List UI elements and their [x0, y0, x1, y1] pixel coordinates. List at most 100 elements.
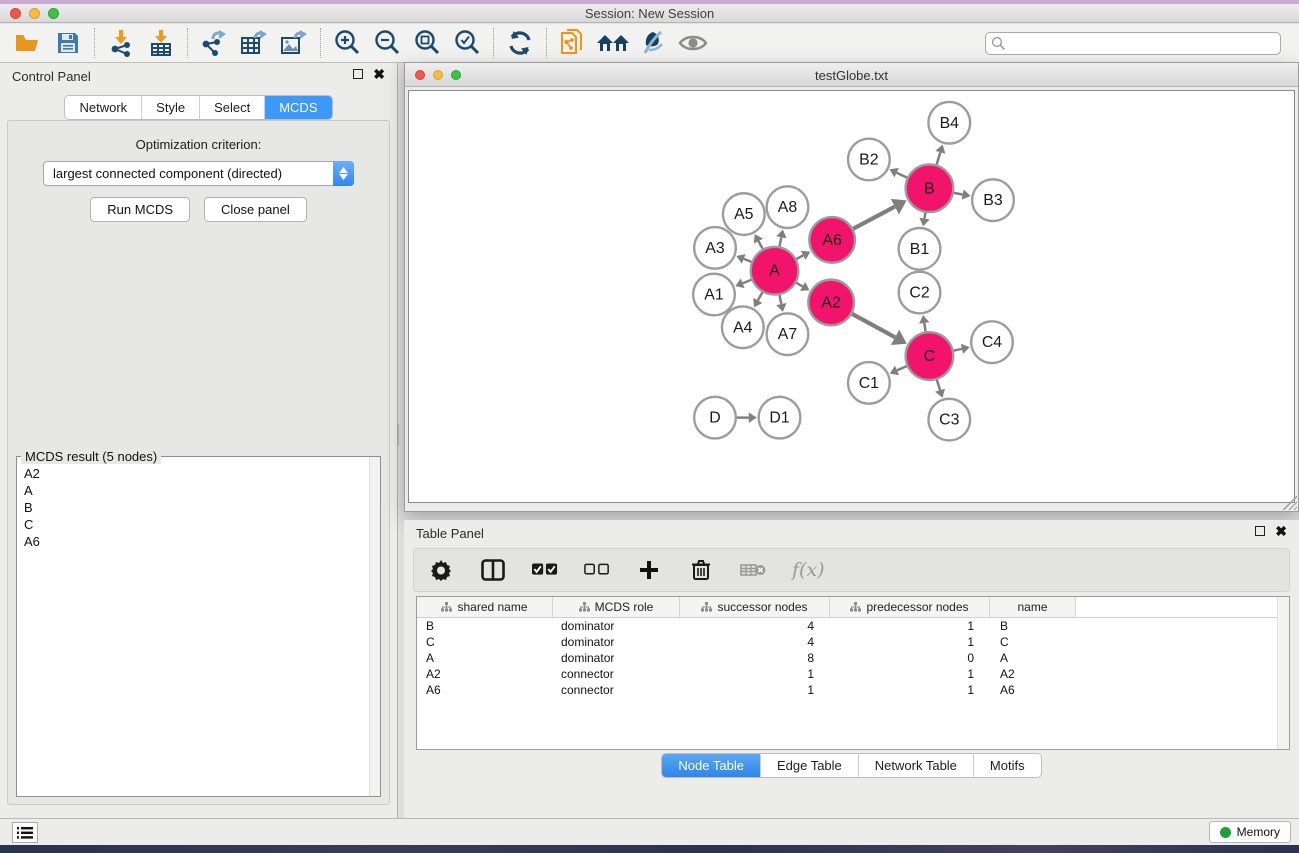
- graph-node-A2[interactable]: A2: [808, 280, 854, 326]
- zoom-out-icon[interactable]: [367, 26, 407, 60]
- new-network-from-file-icon[interactable]: [553, 26, 593, 60]
- criterion-dropdown[interactable]: largest connected component (directed): [43, 161, 354, 186]
- table-cell[interactable]: 1: [830, 635, 990, 649]
- search-input[interactable]: [985, 32, 1281, 55]
- graph-edge-C-C3[interactable]: [937, 380, 940, 390]
- import-table-icon[interactable]: [141, 26, 181, 60]
- tab-network-table[interactable]: Network Table: [859, 754, 974, 777]
- graph-node-B[interactable]: B: [906, 164, 954, 212]
- table-cell[interactable]: connector: [553, 667, 680, 681]
- mcds-result-item[interactable]: B: [18, 499, 368, 516]
- table-cell[interactable]: A6: [990, 683, 1076, 697]
- graph-node-B4[interactable]: B4: [928, 102, 970, 144]
- export-image-icon[interactable]: [274, 26, 314, 60]
- graph-edge-B-B3[interactable]: [954, 193, 963, 195]
- float-panel-icon[interactable]: [353, 69, 363, 79]
- graph-edge-A-A6[interactable]: [796, 255, 803, 259]
- table-cell[interactable]: 1: [680, 667, 830, 681]
- table-cell[interactable]: 1: [830, 683, 990, 697]
- table-settings-gear-icon[interactable]: [428, 557, 454, 583]
- tab-motifs[interactable]: Motifs: [974, 754, 1041, 777]
- tab-style[interactable]: Style: [142, 96, 200, 119]
- graph-node-A8[interactable]: A8: [767, 186, 809, 228]
- graph-edge-A-A4[interactable]: [758, 292, 763, 300]
- table-cell[interactable]: B: [990, 619, 1076, 633]
- table-cell[interactable]: A6: [417, 683, 553, 697]
- graph-edge-B-B2[interactable]: [897, 173, 907, 178]
- hide-graphics-details-icon[interactable]: [633, 26, 673, 60]
- graph-node-C[interactable]: C: [906, 332, 954, 380]
- graph-node-A6[interactable]: A6: [809, 217, 855, 263]
- save-session-icon[interactable]: [48, 26, 88, 60]
- table-cell[interactable]: 8: [680, 651, 830, 665]
- mcds-result-item[interactable]: C: [18, 516, 368, 533]
- graph-node-A7[interactable]: A7: [767, 313, 809, 355]
- graph-edge-A-A7[interactable]: [780, 295, 782, 304]
- graph-node-A1[interactable]: A1: [693, 274, 735, 316]
- table-row[interactable]: A2connector11A2: [417, 666, 1289, 682]
- export-table-icon[interactable]: [234, 26, 274, 60]
- column-header-shared-name[interactable]: shared name: [417, 597, 553, 617]
- graph-node-D1[interactable]: D1: [759, 397, 801, 439]
- column-header-mcds-role[interactable]: MCDS role: [553, 597, 680, 617]
- column-header-successor-nodes[interactable]: successor nodes: [680, 597, 830, 617]
- select-all-icon[interactable]: [532, 557, 558, 583]
- column-header-name[interactable]: name: [990, 597, 1076, 617]
- table-cell[interactable]: A: [417, 651, 553, 665]
- graph-node-B1[interactable]: B1: [899, 228, 941, 270]
- graph-node-B2[interactable]: B2: [848, 139, 890, 181]
- tab-network[interactable]: Network: [65, 96, 142, 119]
- graph-edge-A6-B[interactable]: [853, 207, 895, 229]
- graph-node-D[interactable]: D: [694, 397, 736, 439]
- resize-grip-icon[interactable]: [1283, 496, 1297, 510]
- graph-node-A3[interactable]: A3: [694, 227, 736, 269]
- tab-node-table[interactable]: Node Table: [662, 754, 761, 777]
- table-cell[interactable]: 4: [680, 619, 830, 633]
- graph-edge-C-C4[interactable]: [954, 349, 962, 351]
- tab-mcds[interactable]: MCDS: [265, 96, 331, 119]
- network-canvas[interactable]: B4B2BB3A5A8A6A3B1AC2A1A2A4A7C4CC1C3DD1: [408, 90, 1295, 503]
- network-window-titlebar[interactable]: testGlobe.txt: [405, 63, 1298, 87]
- graph-node-A[interactable]: A: [751, 247, 799, 295]
- table-cell[interactable]: connector: [553, 683, 680, 697]
- zoom-selected-icon[interactable]: [447, 26, 487, 60]
- table-cell[interactable]: 1: [830, 619, 990, 633]
- table-cell[interactable]: A2: [990, 667, 1076, 681]
- table-cell[interactable]: A: [990, 651, 1076, 665]
- show-all-networks-icon[interactable]: [593, 26, 633, 60]
- graph-node-B3[interactable]: B3: [972, 179, 1014, 221]
- tab-select[interactable]: Select: [200, 96, 265, 119]
- table-row[interactable]: A6connector11A6: [417, 682, 1289, 698]
- graph-edge-B-B1[interactable]: [924, 213, 925, 219]
- task-history-button[interactable]: [12, 822, 38, 843]
- graph-edge-A-A8[interactable]: [780, 237, 782, 246]
- delete-table-icon[interactable]: [740, 557, 766, 583]
- show-column-panel-icon[interactable]: [480, 557, 506, 583]
- table-cell[interactable]: C: [990, 635, 1076, 649]
- graph-edge-A2-C[interactable]: [852, 314, 895, 337]
- graph-node-A5[interactable]: A5: [723, 193, 765, 235]
- function-builder-icon[interactable]: f(x): [792, 559, 825, 581]
- table-scrollbar[interactable]: [1277, 597, 1289, 749]
- table-cell[interactable]: dominator: [553, 651, 680, 665]
- table-row[interactable]: Bdominator41B: [417, 618, 1289, 634]
- add-column-icon[interactable]: [636, 557, 662, 583]
- graph-edge-B-B4[interactable]: [937, 152, 941, 164]
- graph-edge-A-A1[interactable]: [743, 280, 752, 283]
- table-cell[interactable]: C: [417, 635, 553, 649]
- graph-node-C1[interactable]: C1: [848, 362, 890, 404]
- zoom-fit-icon[interactable]: [407, 26, 447, 60]
- run-mcds-button[interactable]: Run MCDS: [90, 197, 190, 222]
- mcds-result-item[interactable]: A2: [18, 465, 368, 482]
- graph-edge-C-C1[interactable]: [897, 366, 907, 370]
- table-cell[interactable]: B: [417, 619, 553, 633]
- mcds-result-item[interactable]: A: [18, 482, 368, 499]
- table-cell[interactable]: dominator: [553, 619, 680, 633]
- graph-edge-A-A2[interactable]: [796, 283, 802, 287]
- graph-node-C2[interactable]: C2: [899, 272, 941, 314]
- table-cell[interactable]: dominator: [553, 635, 680, 649]
- open-file-icon[interactable]: [8, 26, 48, 60]
- import-network-icon[interactable]: [101, 26, 141, 60]
- tab-edge-table[interactable]: Edge Table: [761, 754, 859, 777]
- float-table-panel-icon[interactable]: [1255, 526, 1265, 536]
